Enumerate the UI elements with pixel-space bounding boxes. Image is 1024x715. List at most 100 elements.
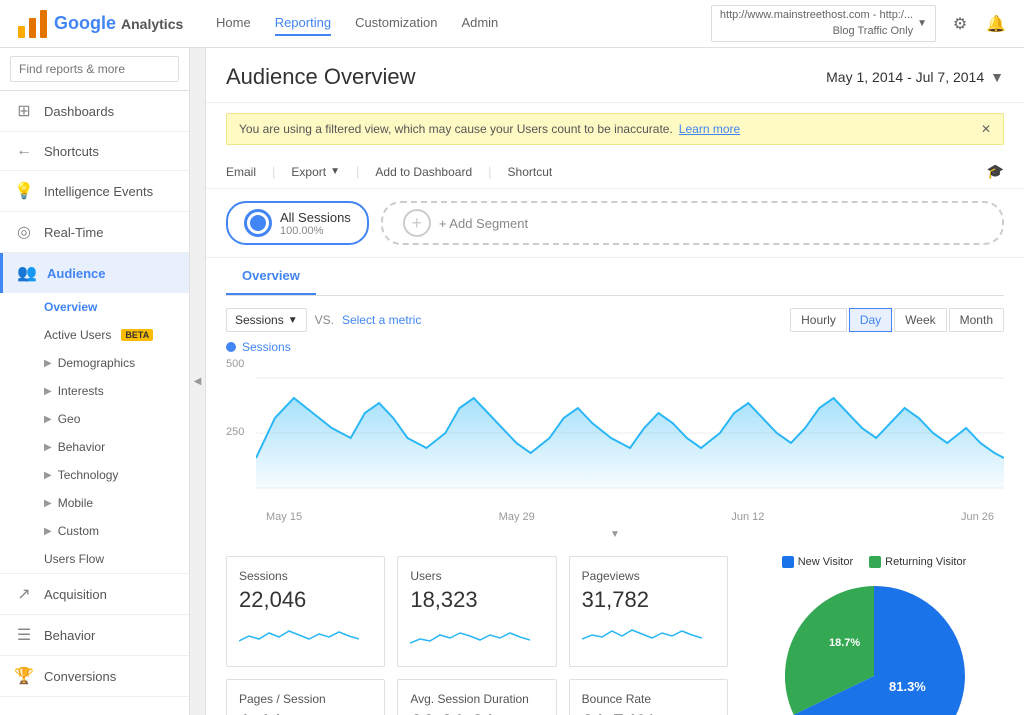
- realtime-icon: ◎: [14, 222, 34, 242]
- sidebar: ⊞ Dashboards ← Shortcuts 💡 Intelligence …: [0, 48, 190, 715]
- sidebar-sub-behavior[interactable]: ▶ Behavior: [0, 433, 189, 461]
- logo-area: Google Analytics: [16, 8, 196, 40]
- sidebar-item-acquisition[interactable]: ↗ Acquisition: [0, 574, 189, 614]
- bounce-rate-label: Bounce Rate: [582, 692, 715, 706]
- notifications-button[interactable]: 🔔: [984, 12, 1008, 36]
- sidebar-sub-overview[interactable]: Overview: [0, 293, 189, 321]
- sidebar-item-realtime[interactable]: ◎ Real-Time: [0, 212, 189, 252]
- metric-sessions: Sessions 22,046: [226, 556, 385, 667]
- users-label: Users: [410, 569, 543, 583]
- pageviews-value: 31,782: [582, 587, 715, 613]
- new-visitor-pct-label: 81.3%: [889, 679, 926, 694]
- sidebar-sub-demographics[interactable]: ▶ Demographics: [0, 349, 189, 377]
- avg-session-label: Avg. Session Duration: [410, 692, 543, 706]
- sessions-value: 22,046: [239, 587, 372, 613]
- nav-customization[interactable]: Customization: [355, 11, 437, 36]
- graduation-cap-icon[interactable]: 🎓: [987, 163, 1004, 180]
- date-range-text: May 1, 2014 - Jul 7, 2014: [826, 69, 984, 85]
- returning-visitor-legend: Returning Visitor: [869, 556, 966, 568]
- main-content: Audience Overview May 1, 2014 - Jul 7, 2…: [206, 48, 1024, 715]
- active-users-label: Active Users: [44, 328, 111, 342]
- interests-label: Interests: [58, 384, 104, 398]
- sidebar-search-area: [0, 48, 189, 91]
- sessions-dropdown[interactable]: Sessions ▼: [226, 308, 307, 332]
- tab-overview[interactable]: Overview: [226, 258, 316, 295]
- chart-scroll-indicator[interactable]: ▼: [226, 525, 1004, 540]
- sidebar-collapse-button[interactable]: ◀: [190, 48, 206, 715]
- nav-home[interactable]: Home: [216, 11, 251, 36]
- segment-circle-icon: [244, 209, 272, 237]
- vs-label: VS.: [315, 313, 334, 327]
- day-button[interactable]: Day: [849, 308, 892, 332]
- shortcuts-icon: ←: [14, 142, 34, 160]
- sidebar-item-audience[interactable]: 👥 Audience: [0, 253, 189, 293]
- sidebar-item-shortcuts[interactable]: ← Shortcuts: [0, 132, 189, 170]
- main-layout: ⊞ Dashboards ← Shortcuts 💡 Intelligence …: [0, 48, 1024, 715]
- returning-visitor-color-swatch: [869, 556, 881, 568]
- sidebar-sub-active-users[interactable]: Active Users BETA: [0, 321, 189, 349]
- email-button[interactable]: Email: [226, 165, 256, 179]
- sidebar-sub-custom[interactable]: ▶ Custom: [0, 517, 189, 545]
- sidebar-item-intelligence[interactable]: 💡 Intelligence Events: [0, 171, 189, 211]
- segment-percent: 100.00%: [280, 225, 351, 237]
- metric-selector: Sessions ▼ VS. Select a metric: [226, 308, 421, 332]
- add-to-dashboard-button[interactable]: Add to Dashboard: [375, 165, 472, 179]
- sidebar-sub-geo[interactable]: ▶ Geo: [0, 405, 189, 433]
- month-button[interactable]: Month: [949, 308, 1004, 332]
- sidebar-section-dashboards: ⊞ Dashboards: [0, 91, 189, 132]
- select-metric-link[interactable]: Select a metric: [342, 313, 421, 327]
- sidebar-section-audience: 👥 Audience Overview Active Users BETA ▶ …: [0, 253, 189, 574]
- dashboards-icon: ⊞: [14, 101, 34, 121]
- add-segment-circle-icon: +: [403, 209, 431, 237]
- chart-series-label: Sessions: [226, 340, 1004, 354]
- url-sub-text: Blog Traffic Only: [720, 24, 913, 39]
- custom-arrow-icon: ▶: [44, 526, 52, 537]
- users-value: 18,323: [410, 587, 543, 613]
- sidebar-item-conversions[interactable]: 🏆 Conversions: [0, 656, 189, 696]
- logo-google: Google: [54, 13, 116, 33]
- chart-dot-icon: [226, 342, 236, 352]
- tab-bar: Overview: [226, 258, 1004, 296]
- sessions-sparkline: [239, 621, 359, 651]
- sidebar-acquisition-label: Acquisition: [44, 587, 107, 602]
- shortcut-button[interactable]: Shortcut: [508, 165, 553, 179]
- users-sparkline: [410, 621, 530, 651]
- nav-reporting[interactable]: Reporting: [275, 11, 331, 36]
- hourly-button[interactable]: Hourly: [790, 308, 847, 332]
- pie-chart-svg: 81.3% 18.7%: [774, 576, 974, 715]
- settings-button[interactable]: ⚙: [948, 12, 972, 36]
- metric-avg-session: Avg. Session Duration 00:01:31: [397, 679, 556, 715]
- search-input[interactable]: [10, 56, 179, 82]
- week-button[interactable]: Week: [894, 308, 946, 332]
- sidebar-sub-technology[interactable]: ▶ Technology: [0, 461, 189, 489]
- learn-more-link[interactable]: Learn more: [679, 122, 740, 136]
- sidebar-sub-interests[interactable]: ▶ Interests: [0, 377, 189, 405]
- metrics-and-pie: Sessions 22,046 Users 18,323: [226, 556, 1004, 715]
- url-text: http://www.mainstreethost.com - http:/..…: [720, 8, 913, 23]
- sidebar-shortcuts-label: Shortcuts: [44, 144, 99, 159]
- sessions-dropdown-arrow: ▼: [288, 315, 298, 326]
- date-range-picker[interactable]: May 1, 2014 - Jul 7, 2014 ▼: [826, 69, 1004, 85]
- sessions-label: Sessions: [239, 569, 372, 583]
- pie-legend: New Visitor Returning Visitor: [744, 556, 1004, 568]
- add-segment-button[interactable]: + + Add Segment: [381, 201, 1004, 245]
- sidebar-item-dashboards[interactable]: ⊞ Dashboards: [0, 91, 189, 131]
- sidebar-section-acquisition: ↗ Acquisition: [0, 574, 189, 615]
- users-flow-label: Users Flow: [44, 552, 104, 566]
- export-button[interactable]: Export ▼: [291, 165, 340, 179]
- sidebar-sub-users-flow[interactable]: Users Flow: [0, 545, 189, 573]
- sidebar-item-behavior[interactable]: ☰ Behavior: [0, 615, 189, 655]
- sidebar-intelligence-label: Intelligence Events: [44, 184, 153, 199]
- url-display[interactable]: http://www.mainstreethost.com - http:/..…: [711, 5, 936, 42]
- overview-label: Overview: [44, 300, 97, 314]
- interests-arrow-icon: ▶: [44, 386, 52, 397]
- close-warning-button[interactable]: ✕: [981, 122, 991, 136]
- nav-admin[interactable]: Admin: [461, 11, 498, 36]
- filter-warning-banner: You are using a filtered view, which may…: [226, 113, 1004, 145]
- sidebar-sub-mobile[interactable]: ▶ Mobile: [0, 489, 189, 517]
- metric-pageviews: Pageviews 31,782: [569, 556, 728, 667]
- demographics-arrow-icon: ▶: [44, 358, 52, 369]
- behavior-arrow-icon: ▶: [44, 442, 52, 453]
- all-sessions-segment[interactable]: All Sessions 100.00%: [226, 201, 369, 245]
- export-dropdown-icon: ▼: [330, 166, 340, 177]
